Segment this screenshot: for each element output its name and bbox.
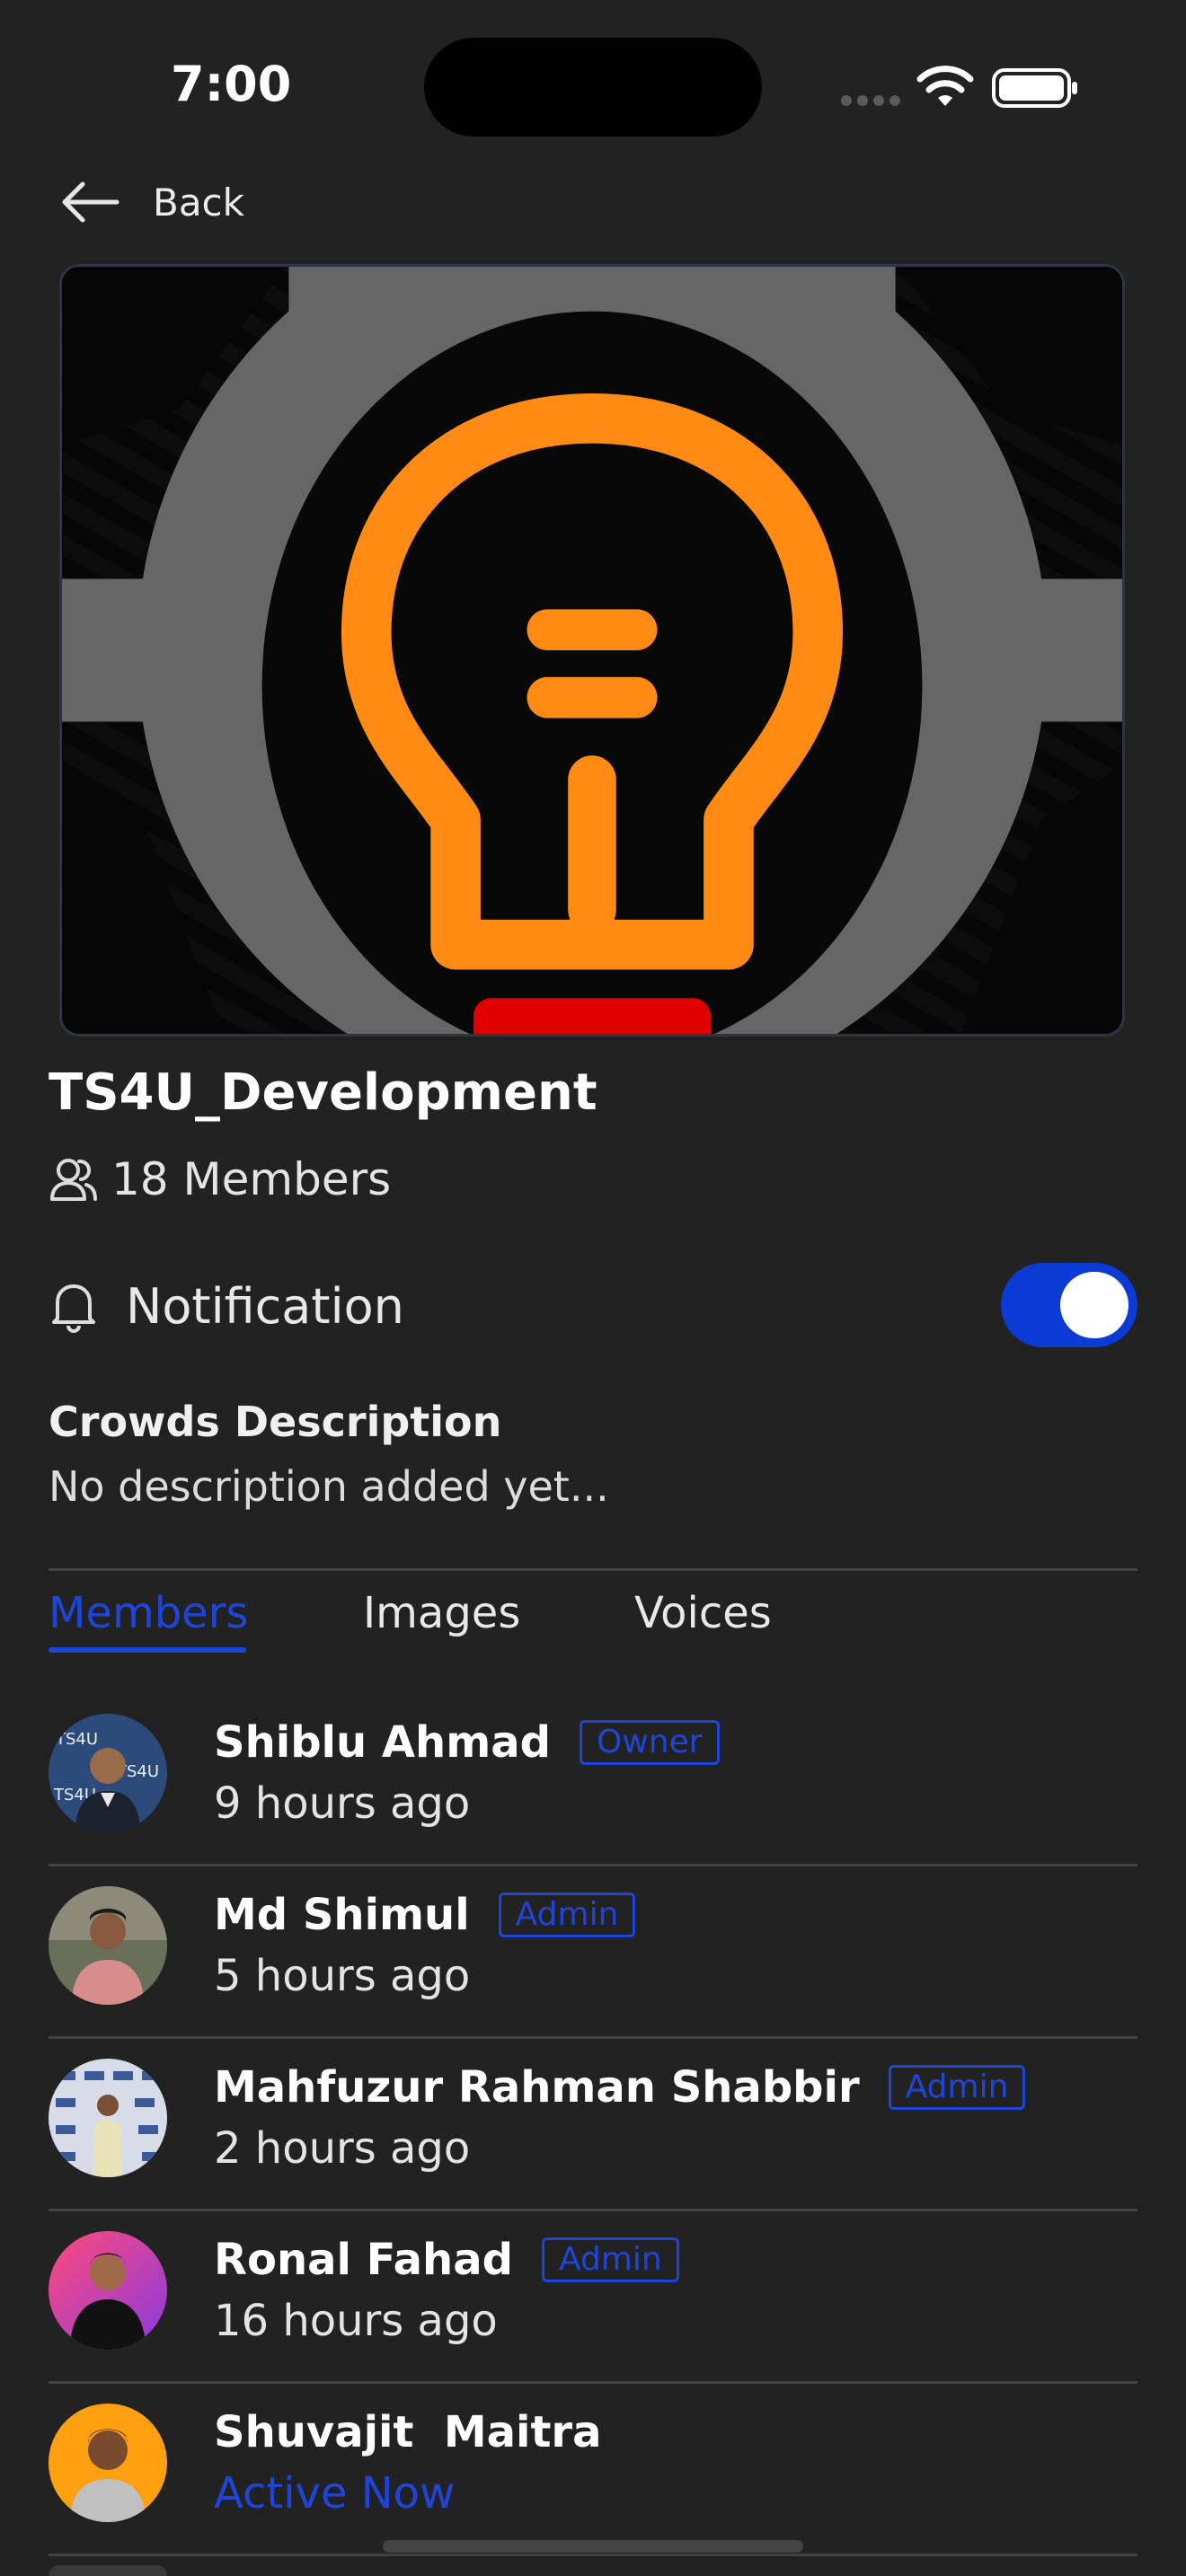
description-title: Crowds Description (49, 1398, 502, 1446)
avatar (49, 2231, 167, 2350)
active-tab-indicator (49, 1647, 246, 1653)
group-details-screen: 7:00 Back TS4U_Development 18 Members No… (0, 0, 1186, 2576)
battery-icon (992, 68, 1077, 108)
member-name: Mahfuzur Rahman Shabbir (214, 2062, 860, 2113)
svg-text:TS4U: TS4U (55, 1730, 98, 1749)
description-text: No description added yet... (49, 1462, 609, 1511)
back-arrow-icon (62, 181, 119, 223)
member-active-status: Active Now (214, 2468, 456, 2519)
role-badge-admin: Admin (541, 2237, 679, 2282)
member-last-seen: 16 hours ago (214, 2296, 498, 2346)
back-button[interactable]: Back (58, 171, 244, 234)
group-logo-image (62, 267, 1122, 1034)
notification-label: Notification (126, 1277, 404, 1335)
member-name: Shuvajit Maitra (214, 2407, 602, 2457)
group-title: TS4U_Development (49, 1063, 597, 1122)
tab-images[interactable]: Images (363, 1588, 520, 1638)
member-row-shuvajit-maitra[interactable]: Shuvajit Maitra Active Now (49, 2384, 1137, 2556)
cellular-signal-icon (841, 95, 902, 106)
role-badge-admin: Admin (888, 2065, 1026, 2110)
member-name: Md Shimul (214, 1890, 470, 1940)
role-badge-owner: Owner (579, 1720, 720, 1765)
avatar (49, 2404, 167, 2522)
notification-row: Notification (49, 1263, 1137, 1349)
toggle-knob (1060, 1272, 1128, 1338)
wifi-icon (916, 66, 974, 106)
bell-icon (52, 1284, 95, 1333)
divider (49, 1568, 1137, 1571)
avatar (49, 1886, 167, 2005)
member-last-seen: 5 hours ago (214, 1951, 471, 2001)
avatar: TS4U TS4U TS4U (49, 1714, 167, 1832)
tab-voices[interactable]: Voices (634, 1588, 772, 1638)
member-name: Ronal Fahad (214, 2235, 513, 2285)
members-count: 18 Members (111, 1153, 392, 1205)
back-label: Back (153, 180, 244, 225)
avatar (49, 2059, 167, 2177)
role-badge-admin: Admin (498, 1892, 636, 1937)
avatar (49, 2565, 167, 2576)
member-row-ronal-fahad[interactable]: Ronal Fahad Admin 16 hours ago (49, 2211, 1137, 2384)
dynamic-island (424, 38, 762, 137)
member-row-mahfuzur-rahman-shabbir[interactable]: Mahfuzur Rahman Shabbir Admin 2 hours ag… (49, 2039, 1137, 2211)
tab-members[interactable]: Members (49, 1588, 248, 1638)
status-time: 7:00 (171, 56, 292, 112)
members-icon (50, 1159, 97, 1201)
member-row-md-shimul[interactable]: Md Shimul Admin 5 hours ago (49, 1866, 1137, 2039)
member-name: Shiblu Ahmad (214, 1717, 551, 1768)
member-row-shiblu-ahmad[interactable]: TS4U TS4U TS4U Shiblu Ahmad Owner 9 hour… (49, 1694, 1137, 1866)
member-last-seen: 9 hours ago (214, 1778, 471, 1829)
members-count-row[interactable]: 18 Members (49, 1153, 391, 1205)
group-cover-image[interactable] (59, 264, 1125, 1037)
member-last-seen: 2 hours ago (214, 2123, 471, 2174)
notification-toggle[interactable] (1001, 1263, 1137, 1347)
home-indicator[interactable] (383, 2540, 803, 2553)
divider (49, 2554, 1137, 2556)
